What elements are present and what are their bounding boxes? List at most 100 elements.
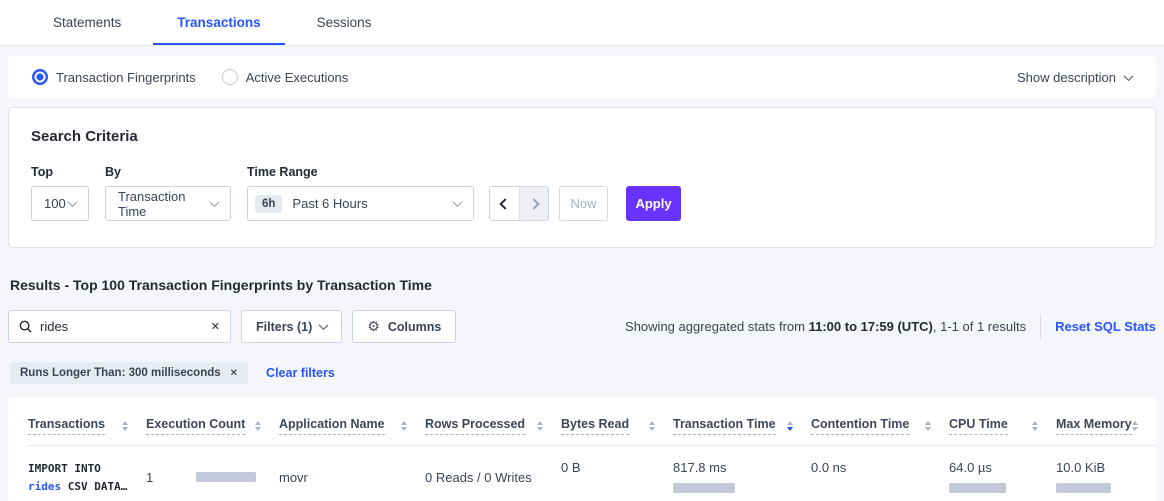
search-criteria-controls: Top 100 By Transaction Time Time Range 6… <box>31 165 1133 221</box>
remove-filter-icon[interactable]: ✕ <box>230 368 238 379</box>
gear-icon: ⚙ <box>367 318 380 335</box>
sort-icon[interactable] <box>255 421 261 431</box>
aggregated-stats-text: Showing aggregated stats from 11:00 to 1… <box>625 319 1026 334</box>
results-table: Transactions Execution Count Application… <box>8 397 1156 501</box>
sort-icon-active-desc[interactable] <box>787 421 793 431</box>
results-heading: Results - Top 100 Transaction Fingerprin… <box>10 277 1154 293</box>
cell-transaction-time: 817.8 ms <box>673 446 811 501</box>
sort-icon[interactable] <box>401 421 407 431</box>
tab-statements[interactable]: Statements <box>25 0 149 45</box>
filters-button-label: Filters (1) <box>256 320 312 334</box>
transaction-statement-line1: IMPORT INTO <box>28 462 101 475</box>
sort-icon[interactable] <box>1132 421 1138 431</box>
table-header-row: Transactions Execution Count Application… <box>28 403 1136 446</box>
column-header-transactions: Transactions <box>28 403 146 446</box>
cpu-time-value: 64.0 µs <box>949 460 992 475</box>
chevron-down-icon <box>453 197 463 207</box>
sort-icon[interactable] <box>649 421 655 431</box>
execution-count-value: 1 <box>146 470 153 485</box>
top-label: Top <box>31 165 89 179</box>
search-match-highlight: rides <box>28 480 61 493</box>
cell-max-memory: 10.0 KiB <box>1056 446 1136 501</box>
radio-transaction-fingerprints[interactable]: Transaction Fingerprints <box>32 69 196 85</box>
now-button[interactable]: Now <box>559 186 608 221</box>
max-memory-value: 10.0 KiB <box>1056 460 1105 475</box>
columns-button-label: Columns <box>388 320 441 334</box>
chevron-down-icon <box>319 320 329 330</box>
time-next-button[interactable] <box>519 187 548 220</box>
view-radio-group: Transaction Fingerprints Active Executio… <box>32 69 348 85</box>
filter-chip-label: Runs Longer Than: 300 milliseconds <box>20 367 221 379</box>
active-filters-row: Runs Longer Than: 300 milliseconds ✕ Cle… <box>8 362 1156 384</box>
time-prev-button[interactable] <box>490 187 519 220</box>
sort-icon[interactable] <box>1032 421 1038 431</box>
transaction-statement-line2: CSV DATA… <box>61 480 127 493</box>
apply-button[interactable]: Apply <box>626 186 681 221</box>
column-header-application-name: Application Name <box>279 403 425 446</box>
time-range-select[interactable]: 6h Past 6 Hours <box>247 186 474 221</box>
search-criteria-title: Search Criteria <box>31 128 1133 145</box>
page-content: Transaction Fingerprints Active Executio… <box>0 56 1164 501</box>
radio-active-executions[interactable]: Active Executions <box>222 69 349 85</box>
top-select-value: 100 <box>44 196 66 211</box>
sort-icon[interactable] <box>925 421 931 431</box>
top-field: Top 100 <box>31 165 89 221</box>
column-header-max-memory: Max Memory <box>1056 403 1156 446</box>
show-description-toggle[interactable]: Show description <box>1017 70 1132 85</box>
column-header-contention-time: Contention Time <box>811 403 949 446</box>
transaction-time-bar <box>673 483 735 493</box>
toolbar-right: Showing aggregated stats from 11:00 to 1… <box>625 314 1156 340</box>
chevron-left-icon <box>499 198 510 209</box>
top-select[interactable]: 100 <box>31 186 89 221</box>
reset-sql-stats-link[interactable]: Reset SQL Stats <box>1055 319 1156 334</box>
results-toolbar: ✕ Filters (1) ⚙ Columns Showing aggregat… <box>8 310 1156 343</box>
clear-search-icon[interactable]: ✕ <box>211 320 220 333</box>
tab-transactions[interactable]: Transactions <box>149 0 288 45</box>
sort-icon[interactable] <box>122 421 128 431</box>
chevron-down-icon <box>68 197 78 207</box>
chevron-down-icon <box>1124 71 1134 81</box>
by-select[interactable]: Transaction Time <box>105 186 231 221</box>
sort-icon[interactable] <box>537 421 543 431</box>
view-toggle-bar: Transaction Fingerprints Active Executio… <box>8 56 1156 98</box>
show-description-label: Show description <box>1017 70 1116 85</box>
tab-bar: Statements Transactions Sessions <box>0 0 1164 46</box>
column-header-transaction-time: Transaction Time <box>673 403 811 446</box>
time-range-field: Time Range 6h Past 6 Hours <box>247 165 474 221</box>
cell-execution-count: 1 <box>146 446 279 501</box>
tab-sessions[interactable]: Sessions <box>289 0 400 45</box>
column-header-execution-count: Execution Count <box>146 403 279 446</box>
clear-filters-link[interactable]: Clear filters <box>266 366 335 380</box>
search-box[interactable]: ✕ <box>8 310 231 343</box>
time-range-badge: 6h <box>255 195 282 213</box>
radio-label: Active Executions <box>246 70 349 85</box>
by-field: By Transaction Time <box>105 165 231 221</box>
contention-time-value: 0.0 ns <box>811 460 846 475</box>
search-input[interactable] <box>40 319 211 334</box>
rows-processed-value: 0 Reads / 0 Writes <box>425 470 532 485</box>
columns-button[interactable]: ⚙ Columns <box>352 310 456 343</box>
cell-cpu-time: 64.0 µs <box>949 446 1056 501</box>
filter-chip: Runs Longer Than: 300 milliseconds ✕ <box>10 362 248 384</box>
column-header-rows-processed: Rows Processed <box>425 403 561 446</box>
radio-unselected-icon <box>222 69 238 85</box>
by-select-value: Transaction Time <box>118 189 211 219</box>
chevron-right-icon <box>528 198 539 209</box>
column-header-bytes-read: Bytes Read <box>561 403 673 446</box>
time-range-value: Past 6 Hours <box>292 196 367 211</box>
execution-count-bar <box>196 472 256 482</box>
cell-application-name: movr <box>279 446 425 501</box>
filters-button[interactable]: Filters (1) <box>241 310 342 343</box>
radio-label: Transaction Fingerprints <box>56 70 196 85</box>
application-name-value: movr <box>279 470 308 485</box>
cell-rows-processed: 0 Reads / 0 Writes <box>425 446 561 501</box>
table-row: IMPORT INTO rides CSV DATA… 1 movr 0 Rea… <box>28 446 1136 501</box>
vertical-divider <box>1040 314 1041 340</box>
cell-bytes-read: 0 B <box>561 446 673 501</box>
time-nav-group <box>489 186 549 221</box>
by-label: By <box>105 165 231 179</box>
search-icon <box>19 320 32 333</box>
column-header-cpu-time: CPU Time <box>949 403 1056 446</box>
transaction-time-value: 817.8 ms <box>673 460 726 475</box>
cell-transactions[interactable]: IMPORT INTO rides CSV DATA… <box>28 446 146 501</box>
